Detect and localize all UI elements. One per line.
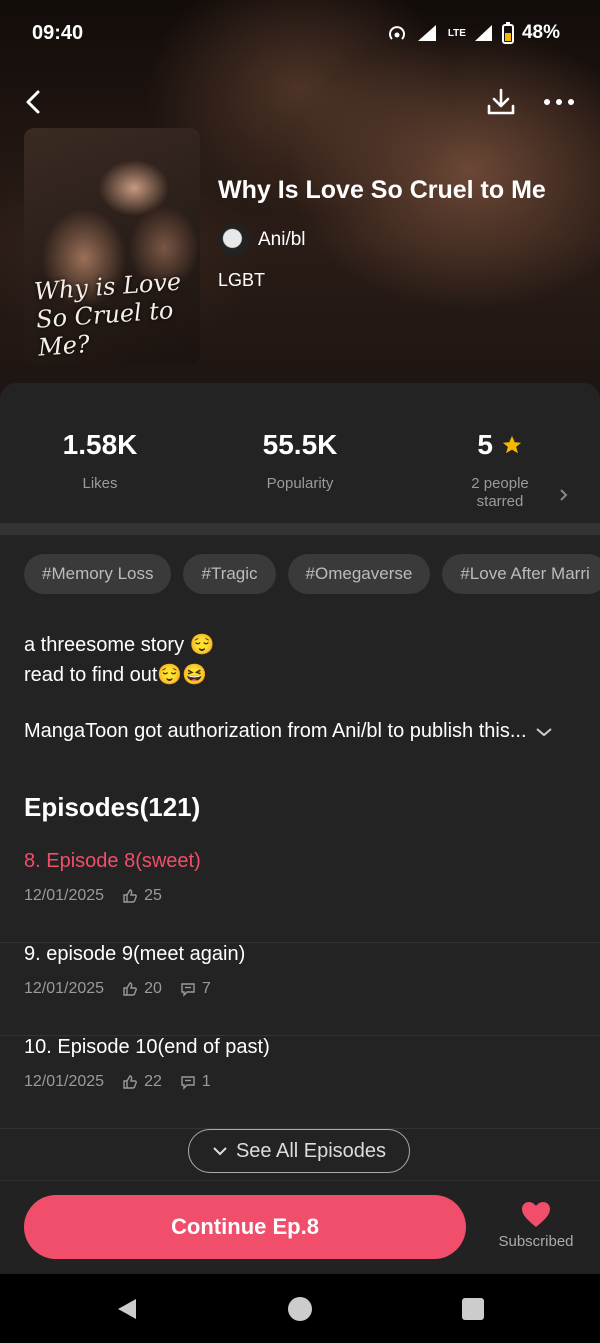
episode-row[interactable]: 9. episode 9(meet again) 12/01/2025 20 7 — [0, 943, 600, 1036]
description: a threesome story 😌 read to find out😌😆 — [24, 630, 215, 690]
manga-title: Why Is Love So Cruel to Me — [218, 176, 546, 204]
status-time: 09:40 — [32, 22, 84, 44]
thumb-up-icon — [123, 982, 137, 996]
network-type: LTE — [447, 27, 466, 39]
thumb-up-icon — [123, 1075, 137, 1089]
nav-recents-icon[interactable] — [461, 1297, 485, 1321]
cover-title: Why is Love So Cruel to Me? — [33, 267, 182, 362]
status-bar: 09:40 LTE 48% — [0, 0, 600, 68]
episode-row[interactable]: 10. Episode 10(end of past) 12/01/2025 2… — [0, 1036, 600, 1129]
subscribed-label: Subscribed — [498, 1233, 574, 1250]
tag-item[interactable]: #Love After Marri — [442, 554, 600, 594]
see-all-episodes-button[interactable]: See All Episodes — [188, 1129, 410, 1173]
cover-image: Why is Love So Cruel to Me? — [24, 128, 200, 364]
hotspot-icon — [388, 26, 405, 40]
system-nav-bar — [0, 1274, 600, 1343]
comment-icon — [181, 983, 195, 997]
download-button[interactable] — [484, 86, 518, 118]
nav-home-icon[interactable] — [287, 1296, 313, 1322]
episode-title: 8. Episode 8(sweet) — [24, 850, 201, 872]
more-button[interactable] — [542, 94, 576, 110]
battery-percent: 48% — [521, 22, 560, 43]
tag-item[interactable]: #Memory Loss — [24, 554, 172, 594]
authorization-notice[interactable]: MangaToon got authorization from Ani/bl … — [24, 720, 553, 743]
tag-item[interactable]: #Omegaverse — [287, 554, 431, 594]
episode-date: 12/01/2025 — [24, 980, 105, 997]
episodes-header: Episodes(121) — [24, 792, 201, 822]
episode-date: 12/01/2025 — [24, 887, 105, 904]
rating-row: 5 — [400, 429, 600, 461]
episode-date: 12/01/2025 — [24, 1073, 105, 1090]
author-name: Ani/bl — [258, 229, 306, 250]
battery-icon — [501, 22, 514, 44]
signal-icon — [417, 25, 436, 41]
rating-value: 5 — [477, 429, 493, 460]
popularity-label: Popularity — [266, 475, 334, 492]
stat-popularity: 55.5K Popularity — [200, 429, 400, 492]
likes-label: Likes — [82, 475, 118, 492]
genre-label[interactable]: LGBT — [218, 270, 265, 291]
back-button[interactable] — [20, 86, 48, 118]
description-line-2: read to find out😌😆 — [24, 664, 208, 686]
episode-comments: 1 — [180, 1073, 211, 1091]
episode-row[interactable]: 8. Episode 8(sweet) 12/01/2025 25 — [0, 850, 600, 943]
episode-meta: 12/01/2025 25 — [24, 887, 162, 905]
episode-likes: 22 — [122, 1073, 162, 1091]
stats-row: 1.58K Likes 55.5K Popularity 5 2 people … — [0, 383, 600, 523]
signal-icon-2 — [474, 25, 492, 41]
episode-comments: 7 — [180, 980, 211, 998]
episode-meta: 12/01/2025 20 7 — [24, 980, 211, 998]
author-avatar — [218, 224, 250, 256]
episode-title: 10. Episode 10(end of past) — [24, 1036, 270, 1058]
episode-likes: 20 — [122, 980, 162, 998]
stat-likes: 1.58K Likes — [0, 429, 200, 492]
chevron-down-icon — [535, 727, 552, 736]
back-icon — [26, 90, 40, 114]
popularity-value: 55.5K — [262, 429, 338, 460]
stat-rating[interactable]: 5 2 people starred — [400, 429, 600, 511]
status-icons: LTE 48% — [386, 22, 560, 44]
comment-icon — [181, 1076, 195, 1090]
star-icon — [502, 435, 521, 454]
likes-value: 1.58K — [62, 429, 138, 460]
author-row[interactable]: Ani/bl — [218, 224, 306, 256]
download-icon — [487, 88, 515, 115]
episode-likes: 25 — [122, 887, 162, 905]
continue-reading-button[interactable]: Continue Ep.8 — [24, 1195, 466, 1259]
thumb-up-icon — [123, 889, 137, 903]
see-all-label: See All Episodes — [235, 1139, 387, 1162]
nav-back-icon[interactable] — [114, 1296, 140, 1322]
chevron-right-icon — [560, 489, 568, 501]
authorization-text: MangaToon got authorization from Ani/bl … — [24, 720, 527, 742]
subscribe-button[interactable]: Subscribed — [496, 1201, 576, 1250]
rating-label: 2 people starred — [471, 475, 529, 510]
chevron-down-icon — [213, 1147, 227, 1156]
section-divider — [0, 523, 600, 535]
description-line-1: a threesome story 😌 — [24, 634, 215, 656]
bottom-action-bar: Continue Ep.8 Subscribed — [0, 1180, 600, 1275]
heart-icon — [522, 1202, 550, 1227]
more-icon — [544, 99, 574, 105]
tag-item[interactable]: #Tragic — [183, 554, 276, 594]
episode-title: 9. episode 9(meet again) — [24, 943, 246, 965]
tag-list: #Memory Loss #Tragic #Omegaverse #Love Afte… — [24, 554, 600, 594]
episode-meta: 12/01/2025 22 1 — [24, 1073, 211, 1091]
